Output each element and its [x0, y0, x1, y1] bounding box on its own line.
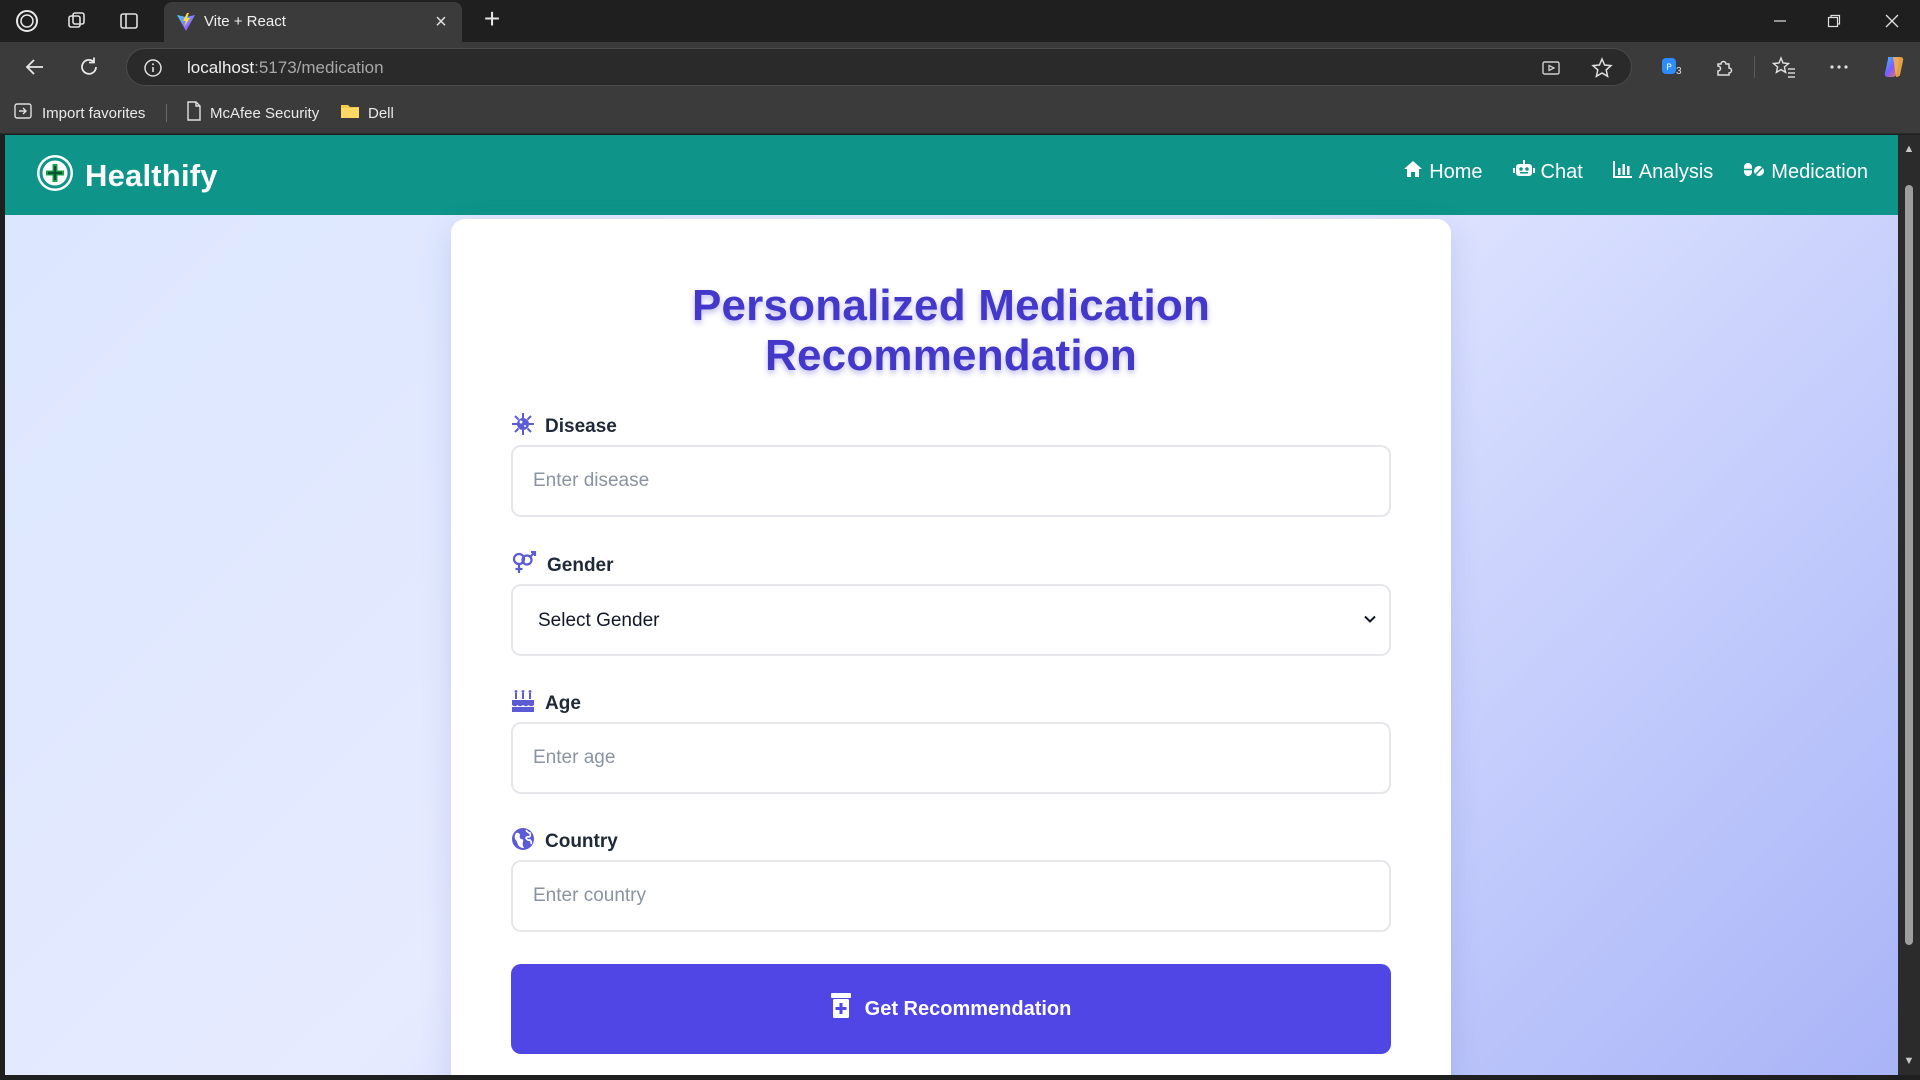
scroll-thumb[interactable] — [1905, 185, 1913, 945]
bookmark-separator — [166, 104, 167, 122]
age-label: Age — [511, 689, 581, 719]
close-window-button[interactable] — [1864, 0, 1920, 42]
country-label-text: Country — [545, 831, 618, 852]
home-icon — [1403, 160, 1423, 184]
more-menu-icon[interactable] — [1826, 54, 1852, 80]
gender-icon — [511, 550, 537, 581]
birthday-cake-icon — [511, 689, 535, 719]
vertical-tabs-icon[interactable] — [116, 8, 142, 34]
address-bar[interactable]: localhost:5173/medication — [126, 48, 1632, 86]
bookmarks-bar: Import favorites McAfee Security Dell — [0, 92, 1920, 134]
restore-button[interactable] — [1806, 0, 1862, 42]
nav-home[interactable]: Home — [1403, 160, 1483, 184]
url-host: localhost — [187, 58, 255, 77]
refresh-button[interactable] — [76, 54, 102, 80]
workspaces-icon[interactable] — [64, 8, 90, 34]
bookmark-label: Import favorites — [42, 104, 146, 122]
browser-titlebar: Vite + React × + — [0, 0, 1920, 42]
robot-icon — [1512, 160, 1535, 184]
brand[interactable]: Healthify — [35, 153, 218, 198]
nav-label: Analysis — [1638, 160, 1714, 183]
favorite-star-icon[interactable] — [1591, 57, 1613, 79]
nav-label: Home — [1429, 160, 1483, 183]
nav-chat[interactable]: Chat — [1512, 160, 1583, 184]
page-title: Personalized Medication Recommendation — [451, 281, 1451, 381]
minimize-button[interactable] — [1752, 0, 1808, 42]
folder-icon — [340, 103, 360, 123]
tab-title: Vite + React — [204, 13, 286, 30]
chart-icon — [1612, 160, 1633, 184]
chevron-down-icon — [1363, 612, 1377, 631]
nav-medication[interactable]: Medication — [1743, 160, 1868, 184]
disease-input[interactable] — [511, 445, 1391, 517]
bookmark-dell[interactable]: Dell — [340, 102, 394, 124]
app-available-icon[interactable] — [1540, 57, 1562, 79]
copilot-icon[interactable] — [1881, 54, 1907, 80]
extensions-icon[interactable] — [1711, 54, 1737, 80]
prescription-bottle-icon — [830, 993, 851, 1025]
disease-label: Disease — [511, 412, 617, 442]
nav-links: Home Chat Analysis Medication — [1403, 160, 1868, 184]
bookmark-label: McAfee Security — [210, 104, 320, 122]
bookmark-label: Dell — [368, 104, 394, 122]
new-tab-button[interactable]: + — [478, 5, 506, 34]
url-text: localhost:5173/medication — [187, 58, 384, 78]
page-icon — [186, 101, 202, 125]
import-icon — [14, 102, 34, 124]
gender-label: Gender — [511, 550, 614, 581]
bookmark-mcafee-security[interactable]: McAfee Security — [186, 101, 320, 125]
profile-icon[interactable] — [14, 8, 40, 34]
browser-tab-active[interactable]: Vite + React × — [164, 2, 462, 42]
disease-label-text: Disease — [545, 416, 617, 437]
country-label: Country — [511, 827, 618, 857]
page-viewport: Healthify Home Chat Analysis Medication … — [5, 135, 1898, 1075]
back-button[interactable] — [22, 54, 48, 80]
globe-icon — [511, 827, 535, 857]
healthify-logo-icon — [35, 153, 75, 198]
get-recommendation-label: Get Recommendation — [864, 997, 1072, 1020]
title-line-1: Personalized Medication — [691, 281, 1211, 330]
gender-select[interactable]: Select Gender — [511, 584, 1391, 656]
page-scrollbar[interactable]: ▲ ▼ — [1898, 135, 1920, 1075]
title-line-2: Recommendation — [765, 331, 1137, 380]
age-label-text: Age — [545, 693, 581, 714]
svg-text:P: P — [1666, 63, 1672, 73]
age-input[interactable] — [511, 722, 1391, 794]
scroll-up-icon[interactable]: ▲ — [1903, 143, 1915, 155]
country-input[interactable] — [511, 860, 1391, 932]
gender-label-text: Gender — [547, 555, 614, 576]
gender-selected-value: Select Gender — [538, 610, 660, 631]
browser-toolbar: localhost:5173/medication P 3 — [0, 42, 1920, 92]
bookmark-import-favorites[interactable]: Import favorites — [14, 102, 145, 124]
get-recommendation-button[interactable]: Get Recommendation — [511, 964, 1391, 1054]
tab-close-icon[interactable]: × — [430, 11, 452, 33]
nav-analysis[interactable]: Analysis — [1612, 160, 1714, 184]
scroll-down-icon[interactable]: ▼ — [1903, 1055, 1915, 1067]
brand-name: Healthify — [85, 157, 218, 193]
medication-form-card: Personalized Medication Recommendation D… — [451, 219, 1451, 1075]
extension-badge: 3 — [1676, 66, 1682, 77]
vite-logo-icon — [176, 12, 196, 37]
virus-icon — [511, 412, 535, 442]
nav-label: Chat — [1540, 160, 1583, 183]
password-extension-icon[interactable]: P 3 — [1658, 54, 1684, 80]
pills-icon — [1743, 160, 1765, 184]
site-navbar: Healthify Home Chat Analysis Medication — [5, 135, 1898, 215]
favorites-icon[interactable] — [1771, 54, 1797, 80]
nav-label: Medication — [1771, 160, 1868, 183]
site-info-icon[interactable] — [143, 58, 163, 83]
toolbar-divider — [1754, 56, 1755, 78]
url-path: :5173/medication — [254, 58, 384, 77]
